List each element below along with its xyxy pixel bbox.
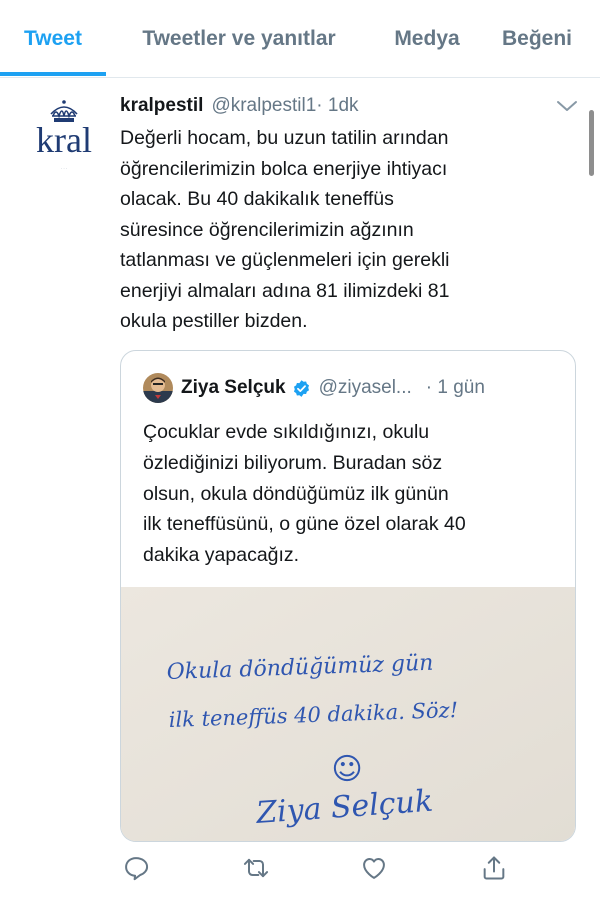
person-avatar-image <box>143 373 173 403</box>
verified-badge-icon <box>293 379 309 397</box>
quoted-time[interactable]: · 1 gün <box>426 377 485 399</box>
retweet-icon[interactable] <box>242 854 270 882</box>
profile-tabs: Tweet Tweetler ve yanıtlar Medya Beğeni <box>0 0 600 78</box>
tab-media[interactable]: Medya <box>372 0 482 78</box>
svg-text:kral: kral <box>36 120 92 160</box>
heart-icon[interactable] <box>360 854 388 882</box>
avatar[interactable]: kral · · · <box>18 92 110 184</box>
handwritten-note-image[interactable]: Okula döndüğümüz gün ilk teneffüs 40 dak… <box>121 587 575 841</box>
tweet-header: kralpestil @kralpestil1 · 1dk <box>120 92 359 120</box>
quoted-author-handle[interactable]: @ziyasel... <box>319 377 412 399</box>
smiley-drawing: ☺ <box>331 752 362 787</box>
kral-logo: kral · · · <box>18 92 110 184</box>
quoted-header: Ziya Selçuk @ziyasel... · 1 gün <box>181 373 485 403</box>
active-tab-indicator <box>0 72 106 76</box>
author-name[interactable]: kralpestil <box>120 95 203 117</box>
tab-tweet[interactable]: Tweet <box>0 0 106 78</box>
quoted-text: Çocuklar evde sıkıldığınızı, okulu özled… <box>143 421 466 567</box>
tweet-time[interactable]: · 1dk <box>316 95 358 117</box>
tweet-text: Değerli hocam, bu uzun tatilin arından ö… <box>120 127 450 332</box>
tab-tweets-and-replies[interactable]: Tweetler ve yanıtlar <box>110 0 368 78</box>
author-handle[interactable]: @kralpestil1 <box>211 95 316 117</box>
share-icon[interactable] <box>480 854 508 882</box>
quoted-tweet[interactable]: Ziya Selçuk @ziyasel... · 1 gün Çocuklar… <box>120 350 576 842</box>
svg-text:· · ·: · · · <box>61 166 67 171</box>
quoted-avatar[interactable] <box>143 373 173 403</box>
tab-likes[interactable]: Beğeni <box>488 0 600 78</box>
quoted-author-name[interactable]: Ziya Selçuk <box>181 377 286 399</box>
reply-icon[interactable] <box>122 854 150 882</box>
chevron-down-icon[interactable] <box>556 98 578 114</box>
scrollbar[interactable] <box>589 110 594 176</box>
tweet-actions <box>0 848 600 888</box>
